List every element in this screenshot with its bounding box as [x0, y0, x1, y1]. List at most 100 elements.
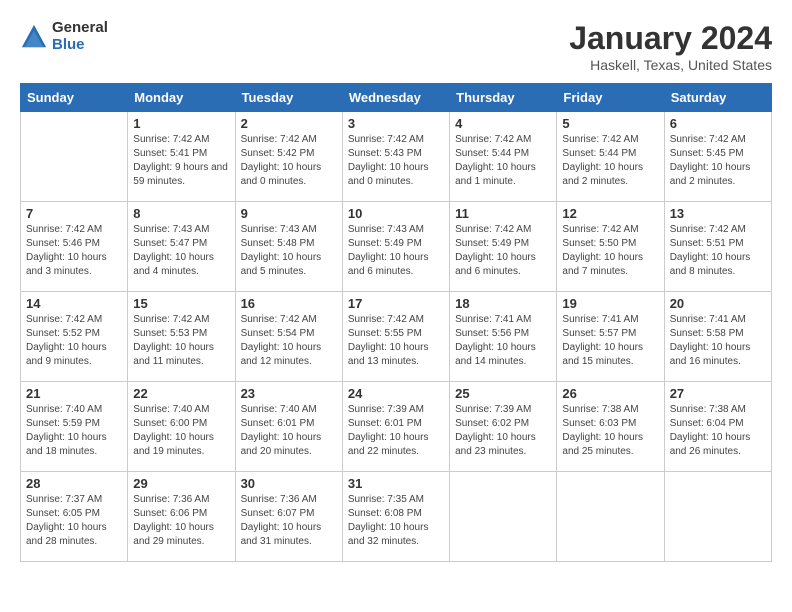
calendar-subtitle: Haskell, Texas, United States: [569, 57, 772, 73]
weekday-header-friday: Friday: [557, 84, 664, 112]
weekday-header-wednesday: Wednesday: [342, 84, 449, 112]
day-number: 29: [133, 476, 229, 491]
day-number: 5: [562, 116, 658, 131]
day-number: 6: [670, 116, 766, 131]
day-number: 9: [241, 206, 337, 221]
day-number: 3: [348, 116, 444, 131]
calendar-cell: 16Sunrise: 7:42 AMSunset: 5:54 PMDayligh…: [235, 292, 342, 382]
day-info: Sunrise: 7:39 AMSunset: 6:02 PMDaylight:…: [455, 403, 551, 459]
weekday-header-thursday: Thursday: [450, 84, 557, 112]
day-number: 4: [455, 116, 551, 131]
calendar-cell: 25 Sunrise: 7:39 AMSunset: 6:02 PMDayligh…: [450, 382, 557, 472]
calendar-cell: 31Sunrise: 7:35 AMSunset: 6:08 PMDayligh…: [342, 472, 449, 562]
calendar-cell: 29 Sunrise: 7:36 AMSunset: 6:06 PMDayligh…: [128, 472, 235, 562]
day-number: 28: [26, 476, 122, 491]
calendar-cell: 20Sunrise: 7:41 AMSunset: 5:58 PMDayligh…: [664, 292, 771, 382]
day-info: Sunrise: 7:37 AMSunset: 6:05 PMDaylight:…: [26, 493, 122, 549]
day-info: Sunrise: 7:42 AMSunset: 5:50 PMDaylight:…: [562, 223, 658, 279]
day-info: Sunrise: 7:40 AMSunset: 6:01 PMDaylight:…: [241, 403, 337, 459]
day-number: 13: [670, 206, 766, 221]
day-number: 18: [455, 296, 551, 311]
day-info: Sunrise: 7:41 AMSunset: 5:57 PMDaylight:…: [562, 313, 658, 369]
calendar-cell: [21, 112, 128, 202]
calendar-cell: 2Sunrise: 7:42 AMSunset: 5:42 PMDaylight…: [235, 112, 342, 202]
calendar-cell: 9 Sunrise: 7:43 AMSunset: 5:48 PMDaylight…: [235, 202, 342, 292]
calendar-cell: 13Sunrise: 7:42 AMSunset: 5:51 PMDayligh…: [664, 202, 771, 292]
day-number: 26: [562, 386, 658, 401]
calendar-cell: 11Sunrise: 7:42 AMSunset: 5:49 PMDayligh…: [450, 202, 557, 292]
calendar-cell: 14 Sunrise: 7:42 AMSunset: 5:52 PMDayligh…: [21, 292, 128, 382]
day-info: Sunrise: 7:41 AMSunset: 5:56 PMDaylight:…: [455, 313, 551, 369]
day-info: Sunrise: 7:42 AMSunset: 5:44 PMDaylight:…: [562, 133, 658, 189]
day-number: 30: [241, 476, 337, 491]
day-number: 2: [241, 116, 337, 131]
day-info: Sunrise: 7:36 AMSunset: 6:06 PMDaylight:…: [133, 493, 229, 549]
day-number: 7: [26, 206, 122, 221]
calendar-cell: 17 Sunrise: 7:42 AMSunset: 5:55 PMDayligh…: [342, 292, 449, 382]
day-number: 1: [133, 116, 229, 131]
day-info: Sunrise: 7:42 AMSunset: 5:52 PMDaylight:…: [26, 313, 122, 369]
day-info: Sunrise: 7:43 AMSunset: 5:47 PMDaylight:…: [133, 223, 229, 279]
calendar-title: January 2024: [569, 20, 772, 57]
day-info: Sunrise: 7:41 AMSunset: 5:58 PMDaylight:…: [670, 313, 766, 369]
day-info: Sunrise: 7:42 AMSunset: 5:55 PMDaylight:…: [348, 313, 444, 369]
day-number: 23: [241, 386, 337, 401]
calendar-cell: 1 Sunrise: 7:42 AMSunset: 5:41 PMDaylight…: [128, 112, 235, 202]
week-row-4: 21Sunrise: 7:40 AMSunset: 5:59 PMDayligh…: [21, 382, 772, 472]
day-info: Sunrise: 7:42 AMSunset: 5:46 PMDaylight:…: [26, 223, 122, 279]
day-info: Sunrise: 7:42 AMSunset: 5:44 PMDaylight:…: [455, 133, 551, 189]
day-number: 14: [26, 296, 122, 311]
calendar-cell: [664, 472, 771, 562]
day-number: 10: [348, 206, 444, 221]
day-number: 8: [133, 206, 229, 221]
day-info: Sunrise: 7:43 AMSunset: 5:49 PMDaylight:…: [348, 223, 444, 279]
day-number: 12: [562, 206, 658, 221]
weekday-header-sunday: Sunday: [21, 84, 128, 112]
week-row-3: 14 Sunrise: 7:42 AMSunset: 5:52 PMDayligh…: [21, 292, 772, 382]
day-info: Sunrise: 7:38 AMSunset: 6:04 PMDaylight:…: [670, 403, 766, 459]
title-section: January 2024 Haskell, Texas, United Stat…: [569, 20, 772, 73]
weekday-header-row: SundayMondayTuesdayWednesdayThursdayFrid…: [21, 84, 772, 112]
day-number: 19: [562, 296, 658, 311]
calendar-cell: 26 Sunrise: 7:38 AMSunset: 6:03 PMDayligh…: [557, 382, 664, 472]
weekday-header-tuesday: Tuesday: [235, 84, 342, 112]
day-info: Sunrise: 7:40 AMSunset: 6:00 PMDaylight:…: [133, 403, 229, 459]
calendar-cell: 22Sunrise: 7:40 AMSunset: 6:00 PMDayligh…: [128, 382, 235, 472]
calendar-cell: 30 Sunrise: 7:36 AMSunset: 6:07 PMDayligh…: [235, 472, 342, 562]
calendar-cell: 18 Sunrise: 7:41 AMSunset: 5:56 PMDayligh…: [450, 292, 557, 382]
calendar-table: SundayMondayTuesdayWednesdayThursdayFrid…: [20, 83, 772, 562]
calendar-cell: 24Sunrise: 7:39 AMSunset: 6:01 PMDayligh…: [342, 382, 449, 472]
calendar-cell: [557, 472, 664, 562]
day-info: Sunrise: 7:38 AMSunset: 6:03 PMDaylight:…: [562, 403, 658, 459]
calendar-cell: 6Sunrise: 7:42 AMSunset: 5:45 PMDaylight…: [664, 112, 771, 202]
day-number: 16: [241, 296, 337, 311]
day-number: 24: [348, 386, 444, 401]
calendar-cell: 21Sunrise: 7:40 AMSunset: 5:59 PMDayligh…: [21, 382, 128, 472]
calendar-cell: 4 Sunrise: 7:42 AMSunset: 5:44 PMDaylight…: [450, 112, 557, 202]
day-number: 25: [455, 386, 551, 401]
calendar-cell: 3 Sunrise: 7:42 AMSunset: 5:43 PMDaylight…: [342, 112, 449, 202]
logo-blue: Blue: [52, 37, 108, 54]
day-number: 17: [348, 296, 444, 311]
day-number: 21: [26, 386, 122, 401]
day-number: 15: [133, 296, 229, 311]
logo: General Blue: [20, 20, 108, 53]
day-info: Sunrise: 7:42 AMSunset: 5:53 PMDaylight:…: [133, 313, 229, 369]
header: General Blue January 2024 Haskell, Texas…: [20, 20, 772, 73]
calendar-cell: [450, 472, 557, 562]
day-info: Sunrise: 7:43 AMSunset: 5:48 PMDaylight:…: [241, 223, 337, 279]
day-info: Sunrise: 7:42 AMSunset: 5:43 PMDaylight:…: [348, 133, 444, 189]
calendar-cell: 28 Sunrise: 7:37 AMSunset: 6:05 PMDayligh…: [21, 472, 128, 562]
logo-general: General: [52, 20, 108, 37]
weekday-header-saturday: Saturday: [664, 84, 771, 112]
day-number: 31: [348, 476, 444, 491]
logo-icon: [20, 23, 48, 51]
week-row-2: 7 Sunrise: 7:42 AMSunset: 5:46 PMDaylight…: [21, 202, 772, 292]
calendar-cell: 15 Sunrise: 7:42 AMSunset: 5:53 PMDayligh…: [128, 292, 235, 382]
calendar-cell: 27Sunrise: 7:38 AMSunset: 6:04 PMDayligh…: [664, 382, 771, 472]
calendar-cell: 7 Sunrise: 7:42 AMSunset: 5:46 PMDaylight…: [21, 202, 128, 292]
day-info: Sunrise: 7:42 AMSunset: 5:41 PMDaylight:…: [133, 133, 229, 189]
week-row-1: 1 Sunrise: 7:42 AMSunset: 5:41 PMDaylight…: [21, 112, 772, 202]
weekday-header-monday: Monday: [128, 84, 235, 112]
day-info: Sunrise: 7:36 AMSunset: 6:07 PMDaylight:…: [241, 493, 337, 549]
